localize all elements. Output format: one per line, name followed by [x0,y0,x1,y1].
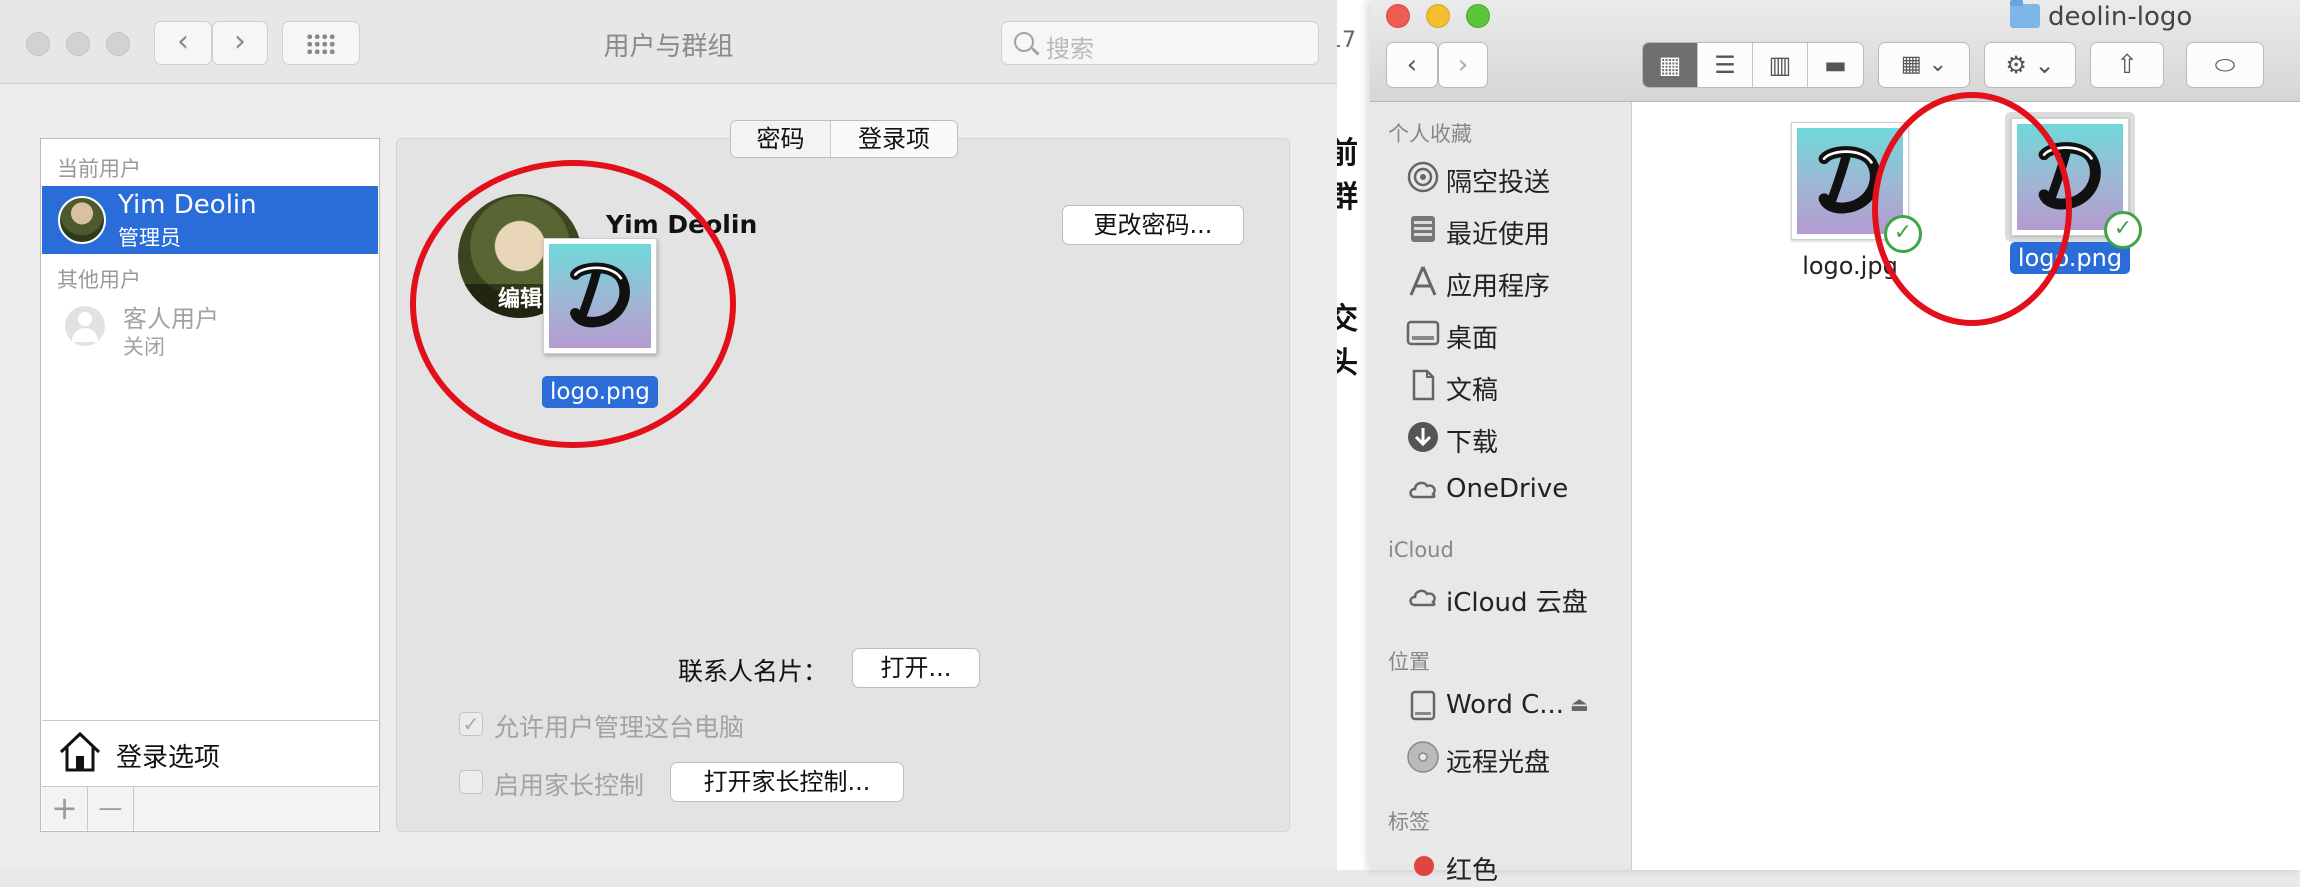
documents-icon [1412,369,1435,401]
add-user-button[interactable]: + [42,787,88,831]
synced-check-icon: ✓ [2104,211,2142,249]
cloud-icon [1409,481,1436,499]
search-icon [1014,32,1034,52]
sidebar-item-label: 隔空投送 [1446,168,1551,198]
finder-toolbar: deolin-logo ‹ › ▦ ☰ ▥ ▬ ▦ ⌄ ⚙ ⌄ ⇧ ⬭ [1370,0,2300,102]
allow-admin-label: 允许用户管理这台电脑 [494,713,745,742]
locations-header: 位置 [1388,650,1430,674]
eject-icon[interactable]: ⏏ [1570,692,1589,716]
user-row-yim-deolin[interactable]: Yim Deolin 管理员 [42,186,378,254]
finder-window: deolin-logo ‹ › ▦ ☰ ▥ ▬ ▦ ⌄ ⚙ ⌄ ⇧ ⬭ 个人收藏… [1370,0,2300,886]
sidebar-item-label: 红色 [1446,856,1499,886]
remove-user-button[interactable]: — [88,787,134,831]
login-options-row[interactable]: 登录选项 [42,720,378,786]
recents-icon [1411,216,1435,242]
guest-user-name[interactable]: 客人用户 [123,299,219,334]
users-groups-window: ‹ › 用户与群组 搜索 当前用户 Yim Deolin 管理员 其他用户 客人… [0,0,1337,870]
group-icon: ▦ ⌄ [1900,52,1948,77]
finder-back-button[interactable]: ‹ [1386,42,1438,88]
parental-controls-label: 启用家长控制 [494,771,645,800]
tag-button[interactable]: ⬭ [2186,42,2264,88]
section-current-user: 当前用户 [57,157,141,181]
annotation-circle [1872,92,2072,326]
tab-login-items[interactable]: 登录项 [831,121,957,157]
change-password-button[interactable]: 更改密码... [1062,205,1244,245]
gear-icon: ⚙ ⌄ [2005,51,2055,79]
cloud-icon [1409,589,1436,607]
finder-title: deolin-logo [2048,2,2193,32]
view-mode-control: ▦ ☰ ▥ ▬ [1642,42,1864,88]
applications-icon [1409,266,1437,296]
tag-dot-icon [1414,856,1434,876]
guest-avatar-icon [65,306,105,346]
avatar [58,196,106,244]
sidebar-item-label: 文稿 [1446,376,1499,406]
sidebar-item-label: iCloud 云盘 [1446,588,1588,618]
contact-card-label: 联系人名片： [678,657,829,686]
group-button[interactable]: ▦ ⌄ [1878,42,1970,88]
guest-user-status: 关闭 [123,335,165,359]
action-button[interactable]: ⚙ ⌄ [1984,42,2076,88]
finder-forward-button[interactable]: › [1438,42,1488,88]
user-name: Yim Deolin [118,190,257,220]
title-bar: ‹ › 用户与群组 搜索 [0,0,1337,84]
folder-icon [2010,0,2040,28]
drive-icon [1410,690,1436,721]
annotation-circle [410,160,736,448]
house-icon [59,731,101,772]
sidebar-item-label: 最近使用 [1446,220,1551,250]
zoom-button[interactable] [1466,4,1490,28]
sidebar-item-label: 应用程序 [1446,272,1551,302]
minimize-button[interactable] [1426,4,1450,28]
tab-password[interactable]: 密码 [731,121,831,157]
finder-sidebar: 个人收藏 隔空投送 最近使用 应用程序 桌面 文稿 下载 OneDrive iC… [1370,102,1632,886]
share-button[interactable]: ⇧ [2090,42,2164,88]
chevron-right-icon: › [1457,50,1469,80]
favorites-header: 个人收藏 [1388,122,1472,146]
airdrop-icon [1407,161,1439,193]
desktop-icon [1406,320,1440,346]
gallery-view-button[interactable]: ▬ [1808,43,1863,87]
tags-header: 标签 [1388,810,1430,834]
icon-view-button[interactable]: ▦ [1643,43,1698,87]
user-role: 管理员 [118,226,181,250]
open-contact-card-button[interactable]: 打开... [852,648,980,688]
icloud-header: iCloud [1388,538,1454,562]
tag-icon: ⬭ [2214,51,2236,79]
section-other-users: 其他用户 [57,268,141,292]
allow-admin-checkbox[interactable]: ✓ [459,712,483,736]
tab-bar: 密码 登录项 [730,120,958,158]
downloads-icon [1408,422,1438,452]
parental-controls-checkbox[interactable] [459,770,483,794]
sidebar-item-label: Word C... [1446,690,1565,720]
sidebar-item-label: 下载 [1446,428,1499,458]
list-view-button[interactable]: ☰ [1698,43,1753,87]
sidebar-item-drive[interactable]: Word C... ⏏ [1388,686,1608,726]
chevron-left-icon: ‹ [1406,50,1418,80]
sidebar-item-label: 远程光盘 [1446,748,1551,778]
open-parental-controls-button[interactable]: 打开家长控制... [670,762,904,802]
sidebar-item-label: 桌面 [1446,324,1499,354]
user-list-toolbar: + — [42,786,378,831]
search-placeholder: 搜索 [1046,35,1094,63]
share-icon: ⇧ [2116,50,2138,80]
user-list: 当前用户 Yim Deolin 管理员 其他用户 客人用户 关闭 登录选项 + … [40,138,380,832]
disc-icon [1407,741,1439,773]
search-input[interactable]: 搜索 [1001,21,1319,65]
login-options-label: 登录选项 [116,743,221,773]
column-view-button[interactable]: ▥ [1753,43,1808,87]
close-button[interactable] [1386,4,1410,28]
sidebar-item-label: OneDrive [1446,474,1569,504]
